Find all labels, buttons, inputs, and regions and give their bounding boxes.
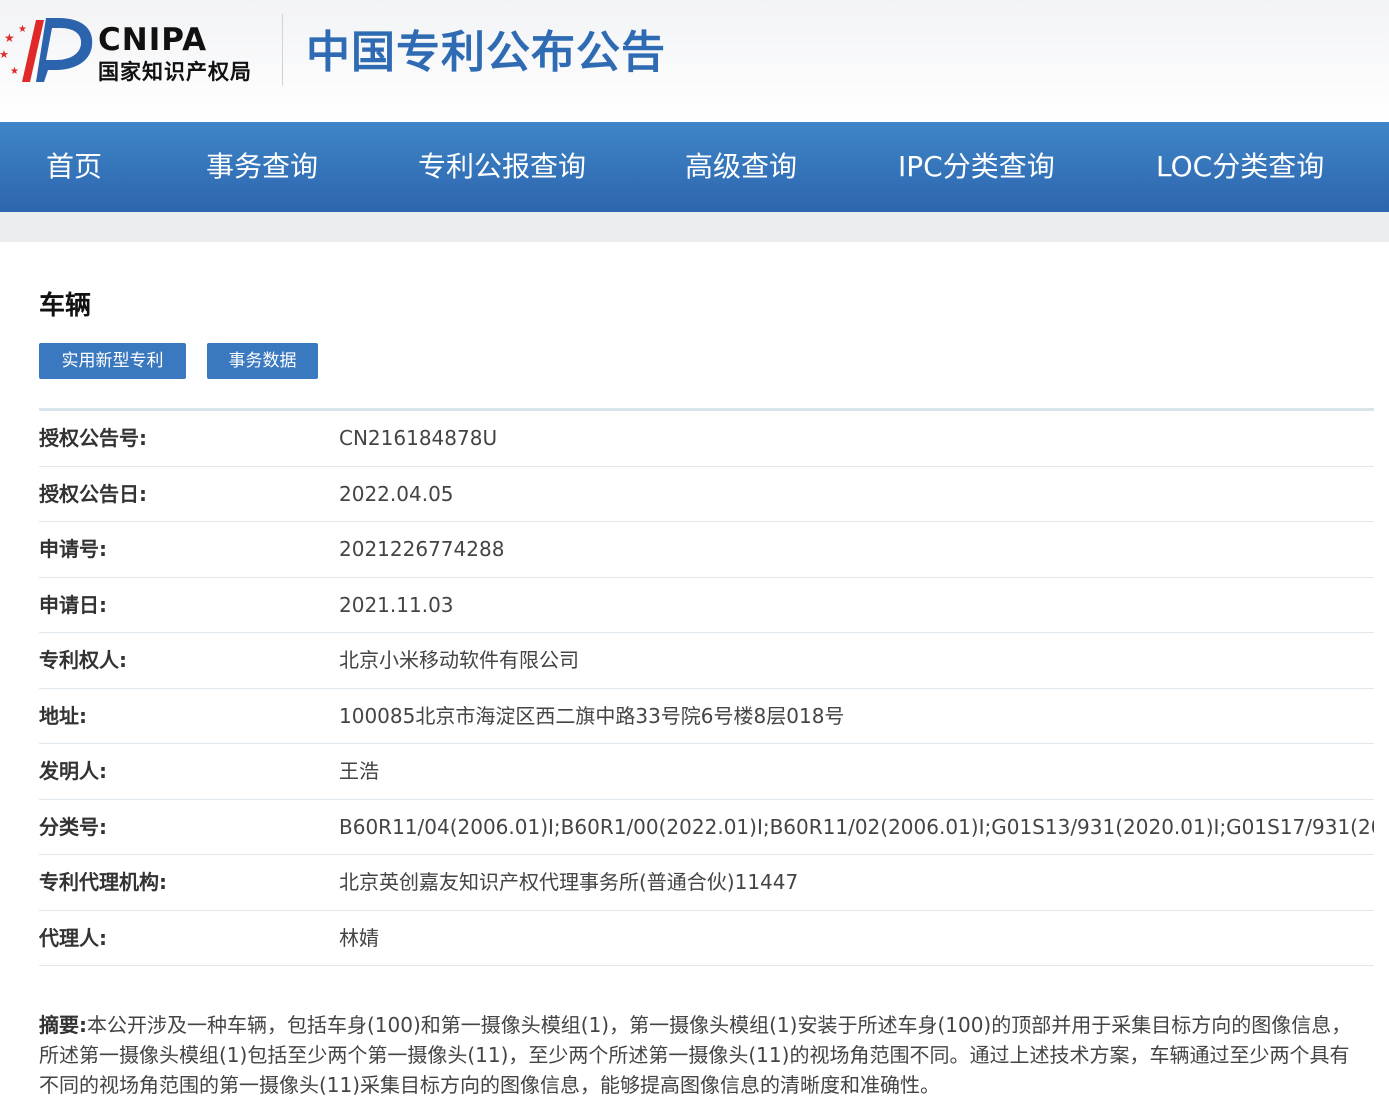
field-value: 北京小米移动软件有限公司 [339,648,579,672]
svg-text:★: ★ [0,48,9,61]
table-row: 代理人: 林婧 [39,911,1374,966]
table-row: 专利权人: 北京小米移动软件有限公司 [39,633,1374,689]
site-title: 中国专利公布公告 [306,27,666,78]
field-value: 2021.11.03 [339,592,454,617]
header-band [0,212,1389,242]
site-header: ★ ★ ★ ★ CNIPA 国家知识产权局 中国专利公布公告 [0,0,1389,122]
field-value: 100085北京市海淀区西二旗中路33号院6号楼8层018号 [339,703,845,728]
field-value: 王浩 [339,759,379,783]
field-value: CN216184878U [339,426,498,450]
utility-model-tag-button[interactable]: 实用新型专利 [39,343,186,379]
table-row: 申请日: 2021.11.03 [39,578,1374,633]
table-row: 申请号: 2021226774288 [39,522,1374,578]
svg-text:★: ★ [4,31,15,45]
logo-text-cn: 国家知识产权局 [98,59,252,84]
field-label: 专利代理机构: [39,870,167,894]
table-row: 分类号: B60R11/04(2006.01)I;B60R1/00(2022.0… [39,800,1374,855]
field-value: 林婧 [339,925,379,950]
logo-text-en: CNIPA [98,22,208,58]
nav-advanced-query[interactable]: 高级查询 [685,122,797,212]
field-label: 申请号: [39,537,107,561]
main-nav: 首页 事务查询 专利公报查询 高级查询 IPC分类查询 LOC分类查询 [0,122,1389,212]
table-row: 发明人: 王浩 [39,744,1374,800]
field-label: 代理人: [39,925,107,950]
patent-title: 车辆 [39,291,92,321]
field-label: 申请日: [39,592,107,617]
field-label: 分类号: [39,814,107,839]
field-value: 2022.04.05 [339,481,454,506]
field-label: 授权公告号: [39,426,147,450]
table-row: 授权公告日: 2022.04.05 [39,467,1374,522]
transaction-data-tag-button[interactable]: 事务数据 [207,343,318,379]
field-value: 2021226774288 [339,537,505,561]
nav-transaction-query[interactable]: 事务查询 [206,122,318,212]
nav-home[interactable]: 首页 [46,122,102,212]
field-label: 发明人: [39,759,107,783]
patent-info-table: 授权公告号: CN216184878U 授权公告日: 2022.04.05 申请… [39,411,1374,966]
abstract-section: 摘要:本公开涉及一种车辆，包括车身(100)和第一摄像头模组(1)，第一摄像头模… [39,1010,1369,1100]
nav-loc-query[interactable]: LOC分类查询 [1156,122,1324,212]
field-label: 专利权人: [39,648,127,672]
table-row: 地址: 100085北京市海淀区西二旗中路33号院6号楼8层018号 [39,689,1374,744]
abstract-label: 摘要: [39,1013,87,1037]
svg-text:★: ★ [18,24,27,35]
field-label: 地址: [39,703,87,728]
nav-gazette-query[interactable]: 专利公报查询 [418,122,586,212]
svg-text:★: ★ [10,66,19,77]
table-row: 专利代理机构: 北京英创嘉友知识产权代理事务所(普通合伙)11447 [39,855,1374,911]
abstract-text: 本公开涉及一种车辆，包括车身(100)和第一摄像头模组(1)，第一摄像头模组(1… [39,1013,1352,1097]
field-value: B60R11/04(2006.01)I;B60R1/00(2022.01)I;B… [339,814,1374,839]
field-value: 北京英创嘉友知识产权代理事务所(普通合伙)11447 [339,870,799,894]
nav-ipc-query[interactable]: IPC分类查询 [898,122,1055,212]
table-row: 授权公告号: CN216184878U [39,411,1374,467]
field-label: 授权公告日: [39,481,147,506]
cnipa-logo-icon[interactable]: ★ ★ ★ ★ [0,12,96,88]
header-divider [282,14,283,86]
